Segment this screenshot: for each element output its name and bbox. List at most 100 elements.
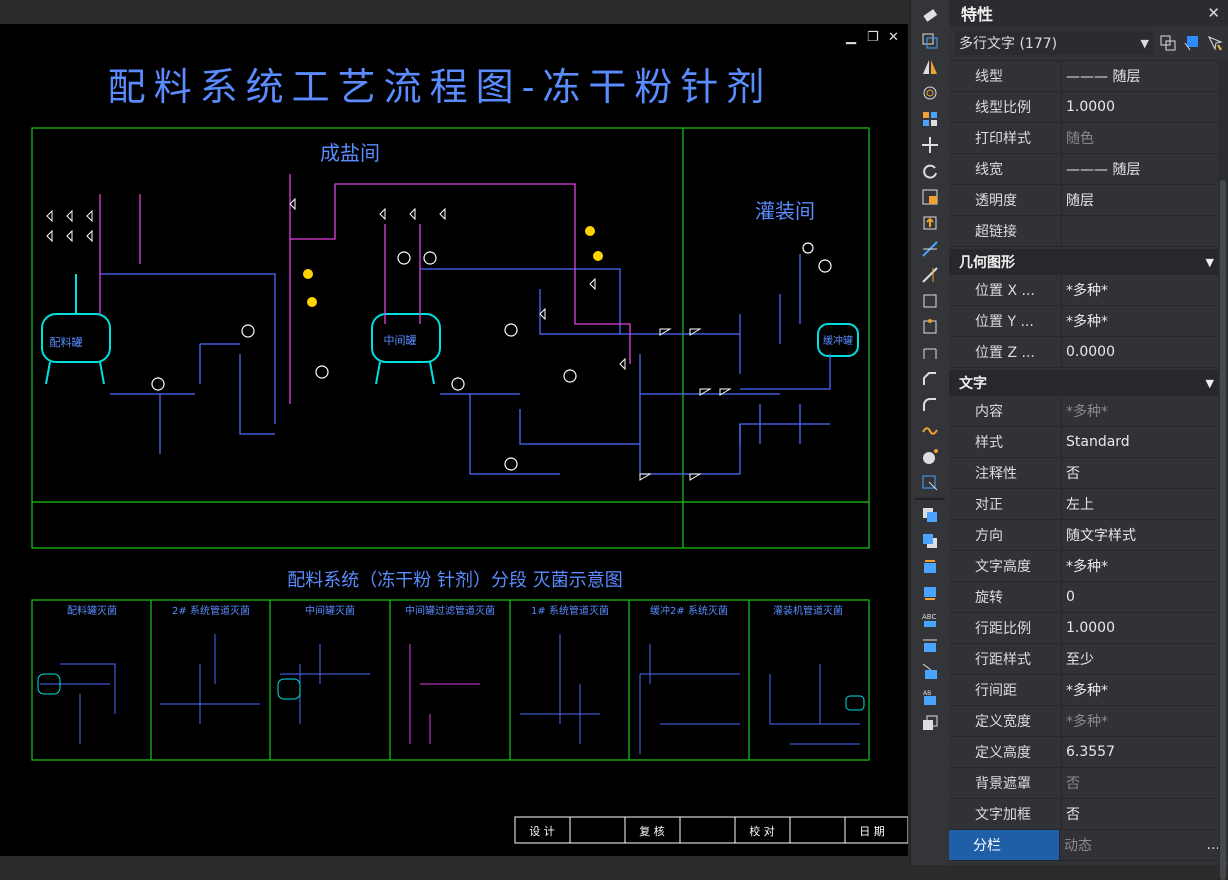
panel-title: 特性	[961, 5, 994, 24]
svg-text:校 对: 校 对	[749, 824, 775, 838]
prop-value-text-frame[interactable]: 否	[1061, 799, 1228, 829]
prop-key-line-space-factor: 行距比例	[975, 621, 1031, 637]
fillet-icon[interactable]	[916, 394, 944, 416]
prop-value-position-y[interactable]: *多种*	[1061, 306, 1228, 336]
prop-value-line-space-style[interactable]: 至少	[1061, 644, 1228, 674]
annotation-front-icon[interactable]: AB	[916, 686, 944, 708]
prop-value-hyperlink[interactable]	[1061, 216, 1228, 246]
room-label-left: 成盐间	[320, 141, 380, 165]
bring-above-icon[interactable]	[916, 556, 944, 578]
svg-text:2# 系统管道灭菌: 2# 系统管道灭菌	[172, 604, 250, 617]
drawing-canvas[interactable]: 配料系统工艺流程图-冻干粉针剂 成盐间 灌装间 配料罐 中间罐 缓冲罐 配料系统…	[0, 24, 909, 856]
scale-icon[interactable]	[916, 186, 944, 208]
rotate-icon[interactable]	[916, 160, 944, 182]
explode-icon[interactable]	[916, 446, 944, 468]
subtitle: 配料系统（冻干粉 针剂）分段 灭菌示意图	[287, 570, 622, 591]
tank-3: 缓冲罐	[817, 323, 859, 357]
svg-text:中间罐: 中间罐	[384, 334, 417, 347]
offset-icon[interactable]	[916, 82, 944, 104]
svg-text:日 期: 日 期	[859, 825, 885, 838]
prop-value-line-spacing[interactable]: *多种*	[1061, 675, 1228, 705]
prop-key-position-y: 位置 Y ...	[975, 314, 1034, 330]
toggle-pickadd-icon[interactable]	[1159, 33, 1177, 53]
prop-value-position-z[interactable]: 0.0000	[1061, 337, 1228, 367]
modify-toolbar: ABC AB	[910, 0, 949, 865]
prop-key-defined-height: 定义高度	[975, 745, 1031, 761]
send-to-back-icon[interactable]	[916, 530, 944, 552]
prop-value-direction[interactable]: 随文字样式	[1061, 520, 1228, 550]
chamfer-icon[interactable]	[916, 368, 944, 390]
close-panel-icon[interactable]: ✕	[1207, 4, 1220, 22]
prop-value-linetype-scale[interactable]: 1.0000	[1061, 92, 1228, 122]
prop-value-position-x[interactable]: *多种*	[1061, 275, 1228, 305]
tank-2: 中间罐	[371, 313, 441, 385]
panel-scrollbar[interactable]	[1218, 60, 1228, 880]
chevron-down-icon: ▼	[1205, 255, 1214, 269]
bring-to-front-icon[interactable]	[916, 504, 944, 526]
select-objects-icon[interactable]	[1183, 33, 1201, 53]
prop-key-transparency: 透明度	[975, 193, 1017, 209]
properties-match-icon[interactable]	[916, 472, 944, 494]
prop-key-hyperlink: 超链接	[975, 224, 1017, 240]
svg-text:配料罐: 配料罐	[50, 335, 83, 349]
close-drawing-button[interactable]: ✕	[888, 30, 899, 45]
control-valves	[303, 226, 603, 307]
prop-value-text-height[interactable]: *多种*	[1061, 551, 1228, 581]
drawing-title: 配料系统工艺流程图-冻干粉针剂	[108, 65, 773, 109]
hatch-back-icon[interactable]	[916, 712, 944, 734]
prop-key-background-mask: 背景遮罩	[975, 776, 1031, 792]
prop-key-linetype-scale: 线型比例	[975, 100, 1031, 116]
array-icon[interactable]	[916, 108, 944, 130]
svg-text:1# 系统管道灭菌: 1# 系统管道灭菌	[531, 604, 609, 617]
restore-button[interactable]: ❐	[867, 30, 879, 45]
prop-value-defined-width[interactable]: *多种*	[1061, 706, 1228, 736]
prop-value-annotative[interactable]: 否	[1061, 458, 1228, 488]
svg-text:复 核: 复 核	[639, 824, 665, 838]
piping	[99, 174, 831, 475]
prop-key-position-x: 位置 X ...	[975, 283, 1035, 299]
prop-value-contents[interactable]: *多种*	[1061, 396, 1228, 426]
prop-key-justify: 对正	[975, 497, 1003, 513]
blend-curve-icon[interactable]	[916, 420, 944, 442]
section-geometry[interactable]: 几何图形 ▼	[949, 249, 1228, 275]
prop-value-line-space-factor[interactable]: 1.0000	[1061, 613, 1228, 643]
erase-icon[interactable]	[916, 4, 944, 26]
prop-value-lineweight[interactable]: ——— 随层	[1061, 154, 1228, 184]
prop-value-linetype[interactable]: ——— 随层	[1061, 61, 1228, 91]
svg-text:灌装机管道灭菌: 灌装机管道灭菌	[773, 604, 843, 617]
quick-select-icon[interactable]	[1206, 33, 1224, 53]
minimize-button[interactable]: ▁	[846, 30, 856, 45]
copy-icon[interactable]	[916, 30, 944, 52]
prop-value-style[interactable]: Standard	[1061, 427, 1228, 457]
prop-key-text-frame: 文字加框	[975, 807, 1031, 823]
prop-key-linetype: 线型	[975, 69, 1003, 85]
prop-value-rotation[interactable]: 0	[1061, 582, 1228, 612]
svg-text:中间罐过滤管道灭菌: 中间罐过滤管道灭菌	[405, 604, 495, 617]
selection-dropdown[interactable]: 多行文字 (177) ▼	[955, 31, 1153, 55]
move-icon[interactable]	[916, 134, 944, 156]
dim-front-icon[interactable]	[916, 634, 944, 656]
drawing-area[interactable]: 配料系统工艺流程图-冻干粉针剂 成盐间 灌装间 配料罐 中间罐 缓冲罐 配料系统…	[0, 0, 910, 865]
break-at-point-icon[interactable]	[916, 316, 944, 338]
prop-key-defined-width: 定义宽度	[975, 714, 1031, 730]
instruments	[151, 242, 832, 471]
section-text[interactable]: 文字 ▼	[949, 370, 1228, 396]
prop-value-defined-height[interactable]: 6.3557	[1061, 737, 1228, 767]
properties-panel: 特性 ✕ 多行文字 (177) ▼ 线型 ——— 随层 线型比例 1.0000 打印…	[949, 0, 1228, 880]
prop-value-justify[interactable]: 左上	[1061, 489, 1228, 519]
svg-text:缓冲2# 系统灭菌: 缓冲2# 系统灭菌	[650, 604, 728, 617]
text-front-icon[interactable]: ABC	[916, 608, 944, 630]
scrollbar-thumb[interactable]	[1220, 180, 1226, 880]
prop-value-transparency[interactable]: 随层	[1061, 185, 1228, 215]
prop-key-position-z: 位置 Z ...	[975, 345, 1035, 361]
extend-icon[interactable]	[916, 264, 944, 286]
trim-icon[interactable]	[916, 238, 944, 260]
prop-value-background-mask[interactable]: 否	[1061, 768, 1228, 798]
send-under-icon[interactable]	[916, 582, 944, 604]
mirror-icon[interactable]	[916, 56, 944, 78]
leader-front-icon[interactable]	[916, 660, 944, 682]
break-icon[interactable]	[916, 290, 944, 312]
prop-value-columns[interactable]: 动态...	[1059, 830, 1228, 860]
join-icon[interactable]	[916, 342, 944, 364]
stretch-icon[interactable]	[916, 212, 944, 234]
